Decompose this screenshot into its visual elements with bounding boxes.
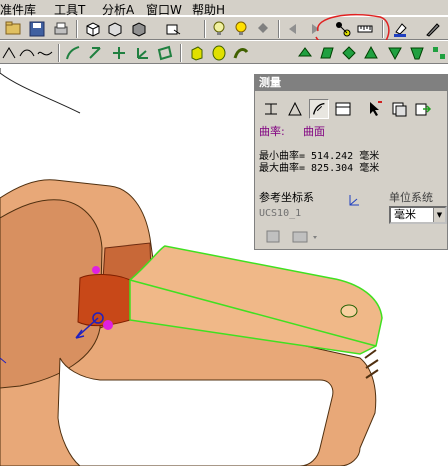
rib-icon[interactable] <box>362 44 380 62</box>
shaded-box-icon[interactable] <box>130 20 148 38</box>
toolbar-top <box>0 13 448 53</box>
lightbulb-icon[interactable] <box>210 20 228 38</box>
distance-icon[interactable] <box>261 99 281 119</box>
pattern-icon[interactable] <box>430 44 448 62</box>
shell-icon[interactable] <box>340 44 358 62</box>
toolbar-separator <box>76 20 78 38</box>
arrow-left-icon[interactable] <box>284 20 302 38</box>
toolbar-separator <box>180 44 182 62</box>
options-dropdown-icon[interactable] <box>291 229 321 245</box>
toolbar-features <box>0 40 448 64</box>
sketch-icon[interactable] <box>0 44 18 62</box>
print-icon[interactable] <box>52 20 70 38</box>
hidden-box-icon[interactable] <box>106 20 124 38</box>
selected-surface-patch <box>77 274 131 327</box>
revolve-icon[interactable] <box>210 44 228 62</box>
box-icon[interactable] <box>84 20 102 38</box>
toolbar-separator <box>382 20 384 38</box>
sweep-icon[interactable] <box>232 44 250 62</box>
csys-select-icon[interactable] <box>345 191 363 209</box>
plane-icon[interactable] <box>156 44 174 62</box>
max-curvature-value: 最大曲率= 825.304 毫米 <box>259 163 380 174</box>
draft-icon[interactable] <box>318 44 336 62</box>
toolbar-separator <box>204 20 206 38</box>
area-icon[interactable] <box>333 99 353 119</box>
paint-icon[interactable] <box>392 20 410 38</box>
toolbar-separator <box>58 44 60 62</box>
unit-system-label: 单位系统 <box>389 191 433 204</box>
spline-icon[interactable] <box>36 44 54 62</box>
ref-coord-label: 参考坐标系 <box>259 191 314 204</box>
round-icon[interactable] <box>386 44 404 62</box>
panel-title: 测量 <box>255 75 448 91</box>
model-hole <box>340 304 358 318</box>
measure-point-top <box>92 266 100 274</box>
cursor-icon[interactable] <box>365 99 385 119</box>
export-icon[interactable] <box>413 99 433 119</box>
unit-select-value: 毫米 <box>394 208 416 221</box>
pen-icon[interactable] <box>424 20 442 38</box>
angle-icon[interactable] <box>285 99 305 119</box>
paint-bucket-icon[interactable] <box>254 20 272 38</box>
unit-select[interactable]: 毫米 ▼ <box>389 206 447 224</box>
curvature-type: 曲面 <box>303 125 325 138</box>
copy-icon[interactable] <box>389 99 409 119</box>
chamfer-icon[interactable] <box>408 44 426 62</box>
csys-icon[interactable] <box>134 44 152 62</box>
extrude-icon[interactable] <box>188 44 206 62</box>
view-orient-icon[interactable] <box>164 20 182 38</box>
model-silhouette-edge <box>0 68 81 114</box>
lightbulb-on-icon[interactable] <box>232 20 250 38</box>
folder-icon[interactable] <box>4 20 22 38</box>
arc-icon[interactable] <box>18 44 36 62</box>
blend-icon[interactable] <box>296 44 314 62</box>
save-analysis-icon[interactable] <box>265 229 283 245</box>
curve-icon[interactable] <box>64 44 82 62</box>
curvature-label: 曲率: <box>259 125 285 138</box>
measure-panel: 测量 曲率: 曲面 最小曲率= 514.242 毫米 最大曲率= 825.304… <box>254 74 448 250</box>
toolbar-separator <box>278 20 280 38</box>
datum-point-icon[interactable] <box>110 44 128 62</box>
save-icon[interactable] <box>28 20 46 38</box>
measure-point-bottom <box>103 320 113 330</box>
curvature-icon[interactable] <box>309 99 329 119</box>
axis-icon[interactable] <box>86 44 104 62</box>
chevron-down-icon[interactable]: ▼ <box>433 208 445 222</box>
ref-coord-value: UCS10_1 <box>259 208 302 219</box>
